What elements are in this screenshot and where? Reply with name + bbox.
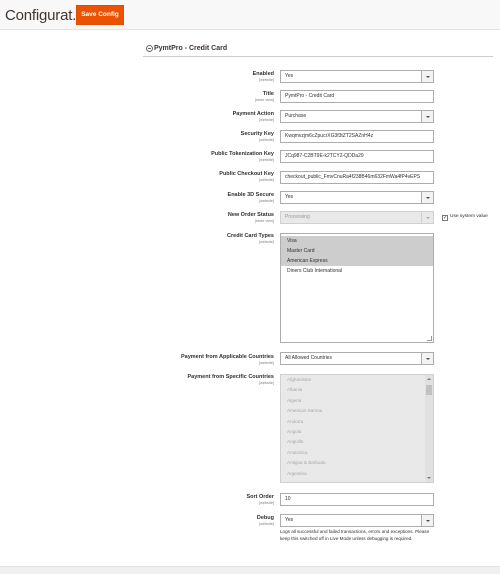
credit-card-types-label: Credit Card Types [website]	[227, 233, 274, 244]
applicable-countries-select[interactable]: All Allowed Countries	[280, 352, 434, 365]
specific-countries-multiselect: Afghanistan Albania Algeria American Sam…	[280, 374, 434, 483]
enable-3d-secure-select[interactable]: Yes	[280, 191, 434, 204]
public-tokenization-key-input[interactable]: JCq987-C2BT9E-k2TCY2-QDDa29	[280, 150, 434, 163]
chevron-down-icon	[421, 515, 433, 526]
list-item: Antigua & Barbuda	[287, 460, 326, 466]
page-header: Configurat... Save Config	[0, 0, 500, 30]
chevron-down-icon	[421, 192, 433, 203]
list-item: Afghanistan	[287, 377, 312, 382]
enable-3d-secure-label: Enable 3D Secure [website]	[227, 192, 274, 203]
debug-note: Logs all successful and failed transacti…	[280, 529, 430, 541]
chevron-down-icon	[421, 353, 433, 364]
sort-order-input[interactable]: 10	[280, 493, 434, 506]
scroll-down-icon[interactable]	[427, 477, 431, 479]
collapse-icon[interactable]	[146, 45, 153, 52]
page-title: Configurat...	[5, 7, 85, 24]
section-divider	[143, 56, 493, 57]
security-key-input[interactable]: Kwqmvzjm6cZpucrXG3f3tZT2SAZnH4z	[280, 130, 434, 143]
chevron-down-icon	[421, 212, 433, 223]
list-item[interactable]: American Express	[281, 256, 433, 266]
page-footer	[0, 566, 500, 574]
resize-handle-icon[interactable]	[427, 336, 432, 341]
credit-card-types-multiselect[interactable]: Visa Master Card American Express Diners…	[280, 233, 434, 343]
list-item[interactable]: Visa	[281, 236, 433, 246]
list-item: Antarctica	[287, 449, 308, 455]
enabled-label: Enabled [website]	[252, 71, 274, 82]
chevron-down-icon	[421, 71, 433, 82]
list-item[interactable]: Master Card	[281, 246, 433, 256]
enabled-select[interactable]: Yes	[280, 70, 434, 83]
list-item[interactable]: Diners Club International	[281, 266, 433, 276]
use-system-value-label[interactable]: Use system value	[450, 214, 488, 219]
list-item: Anguilla	[287, 439, 304, 445]
section-title[interactable]: PymtPro - Credit Card	[154, 45, 227, 52]
scrollbar[interactable]	[425, 375, 433, 482]
debug-label: Debug [website]	[256, 515, 274, 526]
list-item: Albania	[287, 387, 303, 393]
security-key-label: Security Key [website]	[240, 131, 274, 142]
list-item: American Samoa	[287, 408, 323, 414]
debug-select[interactable]: Yes	[280, 514, 434, 527]
new-order-status-label: New Order Status [store view]	[227, 212, 274, 223]
scroll-thumb[interactable]	[426, 385, 432, 395]
sort-order-label: Sort Order [website]	[246, 494, 274, 505]
payment-action-label: Payment Action [website]	[232, 111, 274, 122]
public-checkout-key-input[interactable]: checkout_public_FmvCnuRa4f238B46m632FmWa…	[280, 171, 434, 184]
use-system-value-checkbox[interactable]: ✓	[442, 215, 448, 221]
title-label: Title [store view]	[254, 91, 274, 102]
public-tokenization-key-label: Public Tokenization Key [website]	[211, 151, 274, 162]
list-item: Andorra	[287, 418, 304, 424]
public-checkout-key-label: Public Checkout Key [website]	[219, 171, 274, 182]
specific-countries-label: Payment from Specific Countries [website…	[187, 374, 275, 385]
payment-action-select[interactable]: Purchase	[280, 110, 434, 123]
scroll-up-icon[interactable]	[427, 378, 431, 380]
list-item: Angola	[287, 428, 302, 434]
list-item: Algeria	[287, 397, 302, 403]
applicable-countries-label: Payment from Applicable Countries [websi…	[180, 354, 274, 365]
new-order-status-select: Processing	[280, 211, 434, 224]
chevron-down-icon	[421, 111, 433, 122]
save-config-button[interactable]: Save Config	[76, 5, 124, 25]
title-input[interactable]: PymtPro - Credit Card	[280, 90, 434, 103]
list-item: Argentina	[287, 470, 307, 476]
